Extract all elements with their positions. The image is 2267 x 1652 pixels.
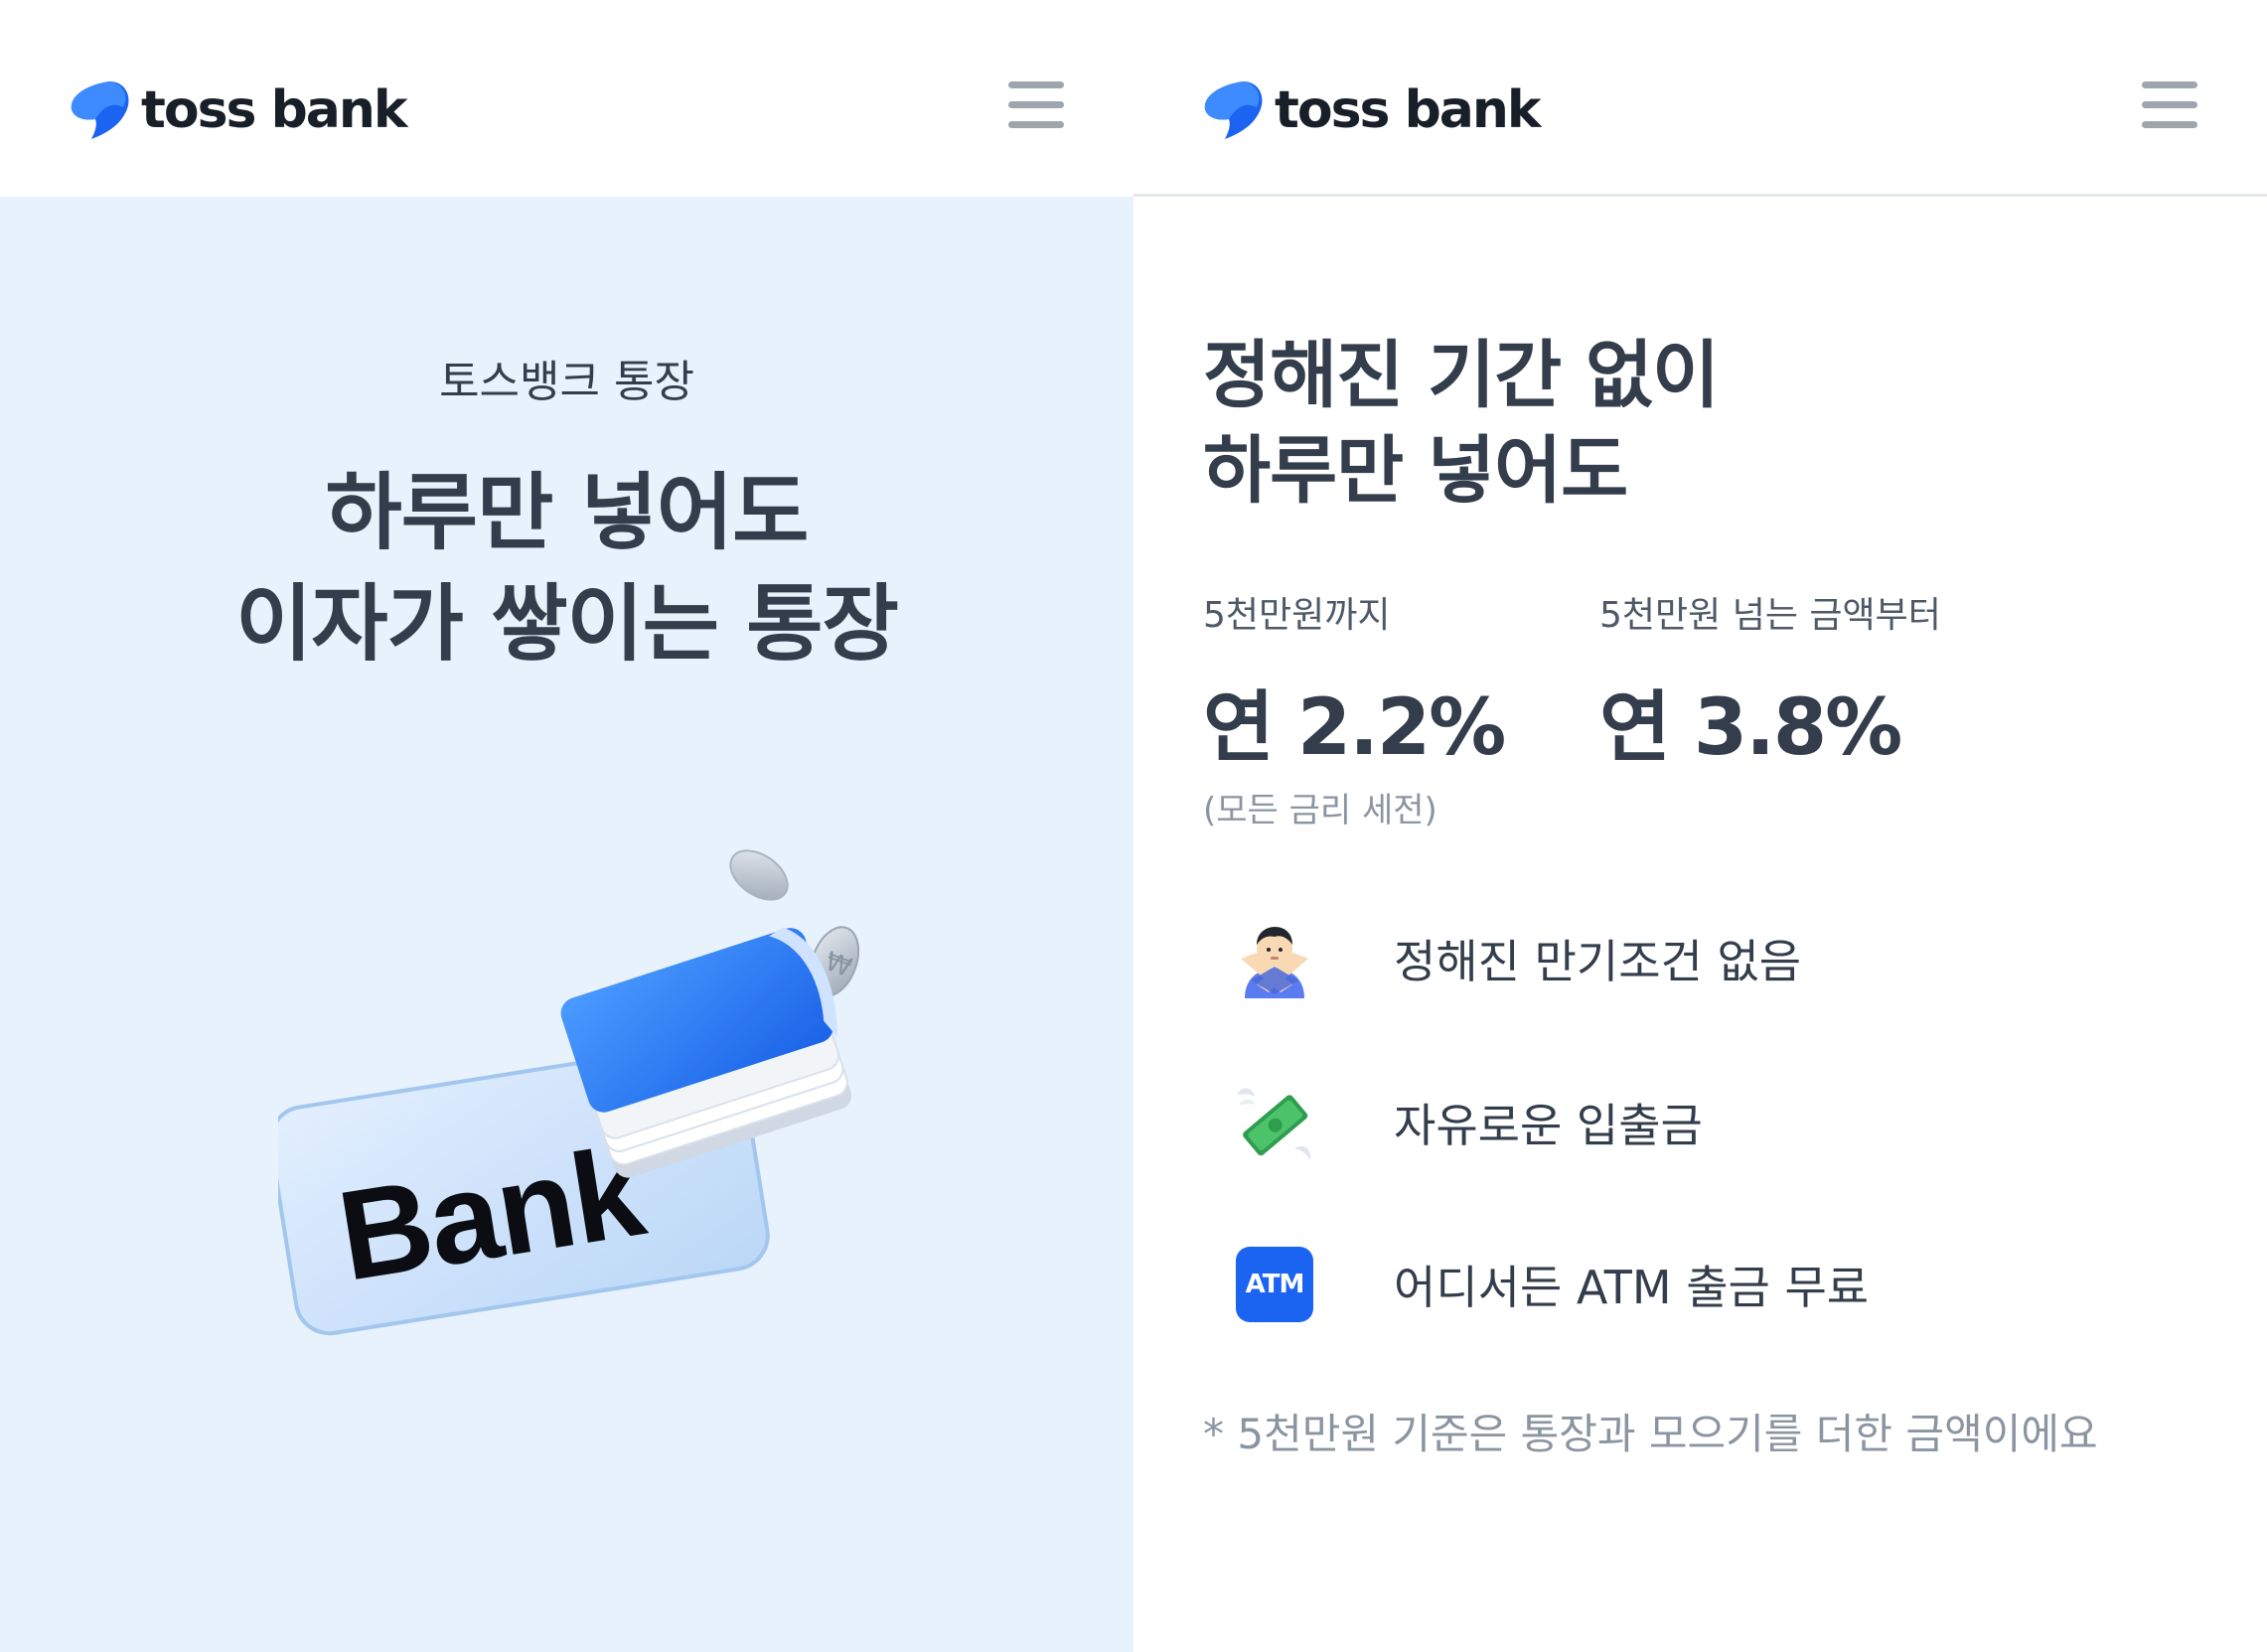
rate-value: 연 3.8% — [1599, 683, 1902, 773]
hero-title-line-2: 이자가 쌓이는 통장 — [235, 575, 899, 673]
rate-note: (모든 금리 세전) — [1203, 791, 1437, 830]
person-crossed-arms-icon — [1235, 919, 1314, 998]
logo-text: toss bank — [1275, 80, 1542, 140]
right-screen: toss bank 정해진 기간 없이 하루만 넣어도 5천만원까지 연 2.2… — [1134, 0, 2267, 1652]
header: toss bank — [0, 0, 1134, 197]
rate-block-over-50m: 5천만원 넘는 금액부터 연 3.8% — [1599, 586, 1941, 777]
page-title: 정해진 기간 없이 하루만 넣어도 — [1203, 328, 1720, 519]
bankbook-illustration: ₩ Bank — [278, 849, 860, 1336]
toss-bank-logo[interactable]: toss bank — [70, 77, 408, 143]
rate-block-under-50m: 5천만원까지 연 2.2% (모든 금리 세전) — [1203, 586, 1506, 831]
rate-value: 연 2.2% — [1203, 683, 1506, 773]
rate-label: 5천만원까지 — [1203, 595, 1391, 636]
rate-label: 5천만원 넘는 금액부터 — [1599, 595, 1941, 636]
hero-title-line-1: 하루만 넣어도 — [325, 464, 810, 561]
footnote: * 5천만원 기준은 통장과 모으기를 더한 금액이에요 — [1203, 1410, 2098, 1458]
feature-text: 어디서든 ATM 출금 무료 — [1394, 1261, 1870, 1314]
logo-text: toss bank — [141, 80, 408, 140]
toss-bank-logo[interactable]: toss bank — [1203, 77, 1542, 143]
feature-item: 자유로운 입출금 — [1235, 1083, 1703, 1162]
flying-money-icon — [1235, 1083, 1314, 1162]
left-screen: toss bank 토스뱅크 통장 하루만 넣어도 이자가 쌓이는 통장 ₩ B… — [0, 0, 1134, 1652]
feature-text: 자유로운 입출금 — [1394, 1099, 1703, 1152]
hero-title: 하루만 넣어도 이자가 쌓이는 통장 — [0, 457, 1134, 679]
header: toss bank — [1134, 0, 2267, 197]
hero-eyebrow: 토스뱅크 통장 — [439, 357, 694, 407]
toss-logo-icon — [1204, 81, 1263, 139]
page-title-line-1: 정해진 기간 없이 — [1203, 333, 1720, 418]
hero-section: 토스뱅크 통장 하루만 넣어도 이자가 쌓이는 통장 ₩ Bank — [0, 197, 1134, 1652]
hamburger-menu-icon[interactable] — [2142, 77, 2197, 131]
page-title-line-2: 하루만 넣어도 — [1203, 428, 1628, 514]
atm-icon-label: ATM — [1236, 1247, 1313, 1322]
hamburger-menu-icon[interactable] — [1008, 77, 1064, 131]
atm-icon: ATM — [1235, 1245, 1314, 1324]
feature-item: ATM 어디서든 ATM 출금 무료 — [1235, 1245, 1869, 1324]
coin-icon — [729, 849, 789, 901]
toss-logo-icon — [71, 81, 129, 139]
feature-text: 정해진 만기조건 없음 — [1394, 935, 1802, 988]
feature-item: 정해진 만기조건 없음 — [1235, 919, 1801, 998]
